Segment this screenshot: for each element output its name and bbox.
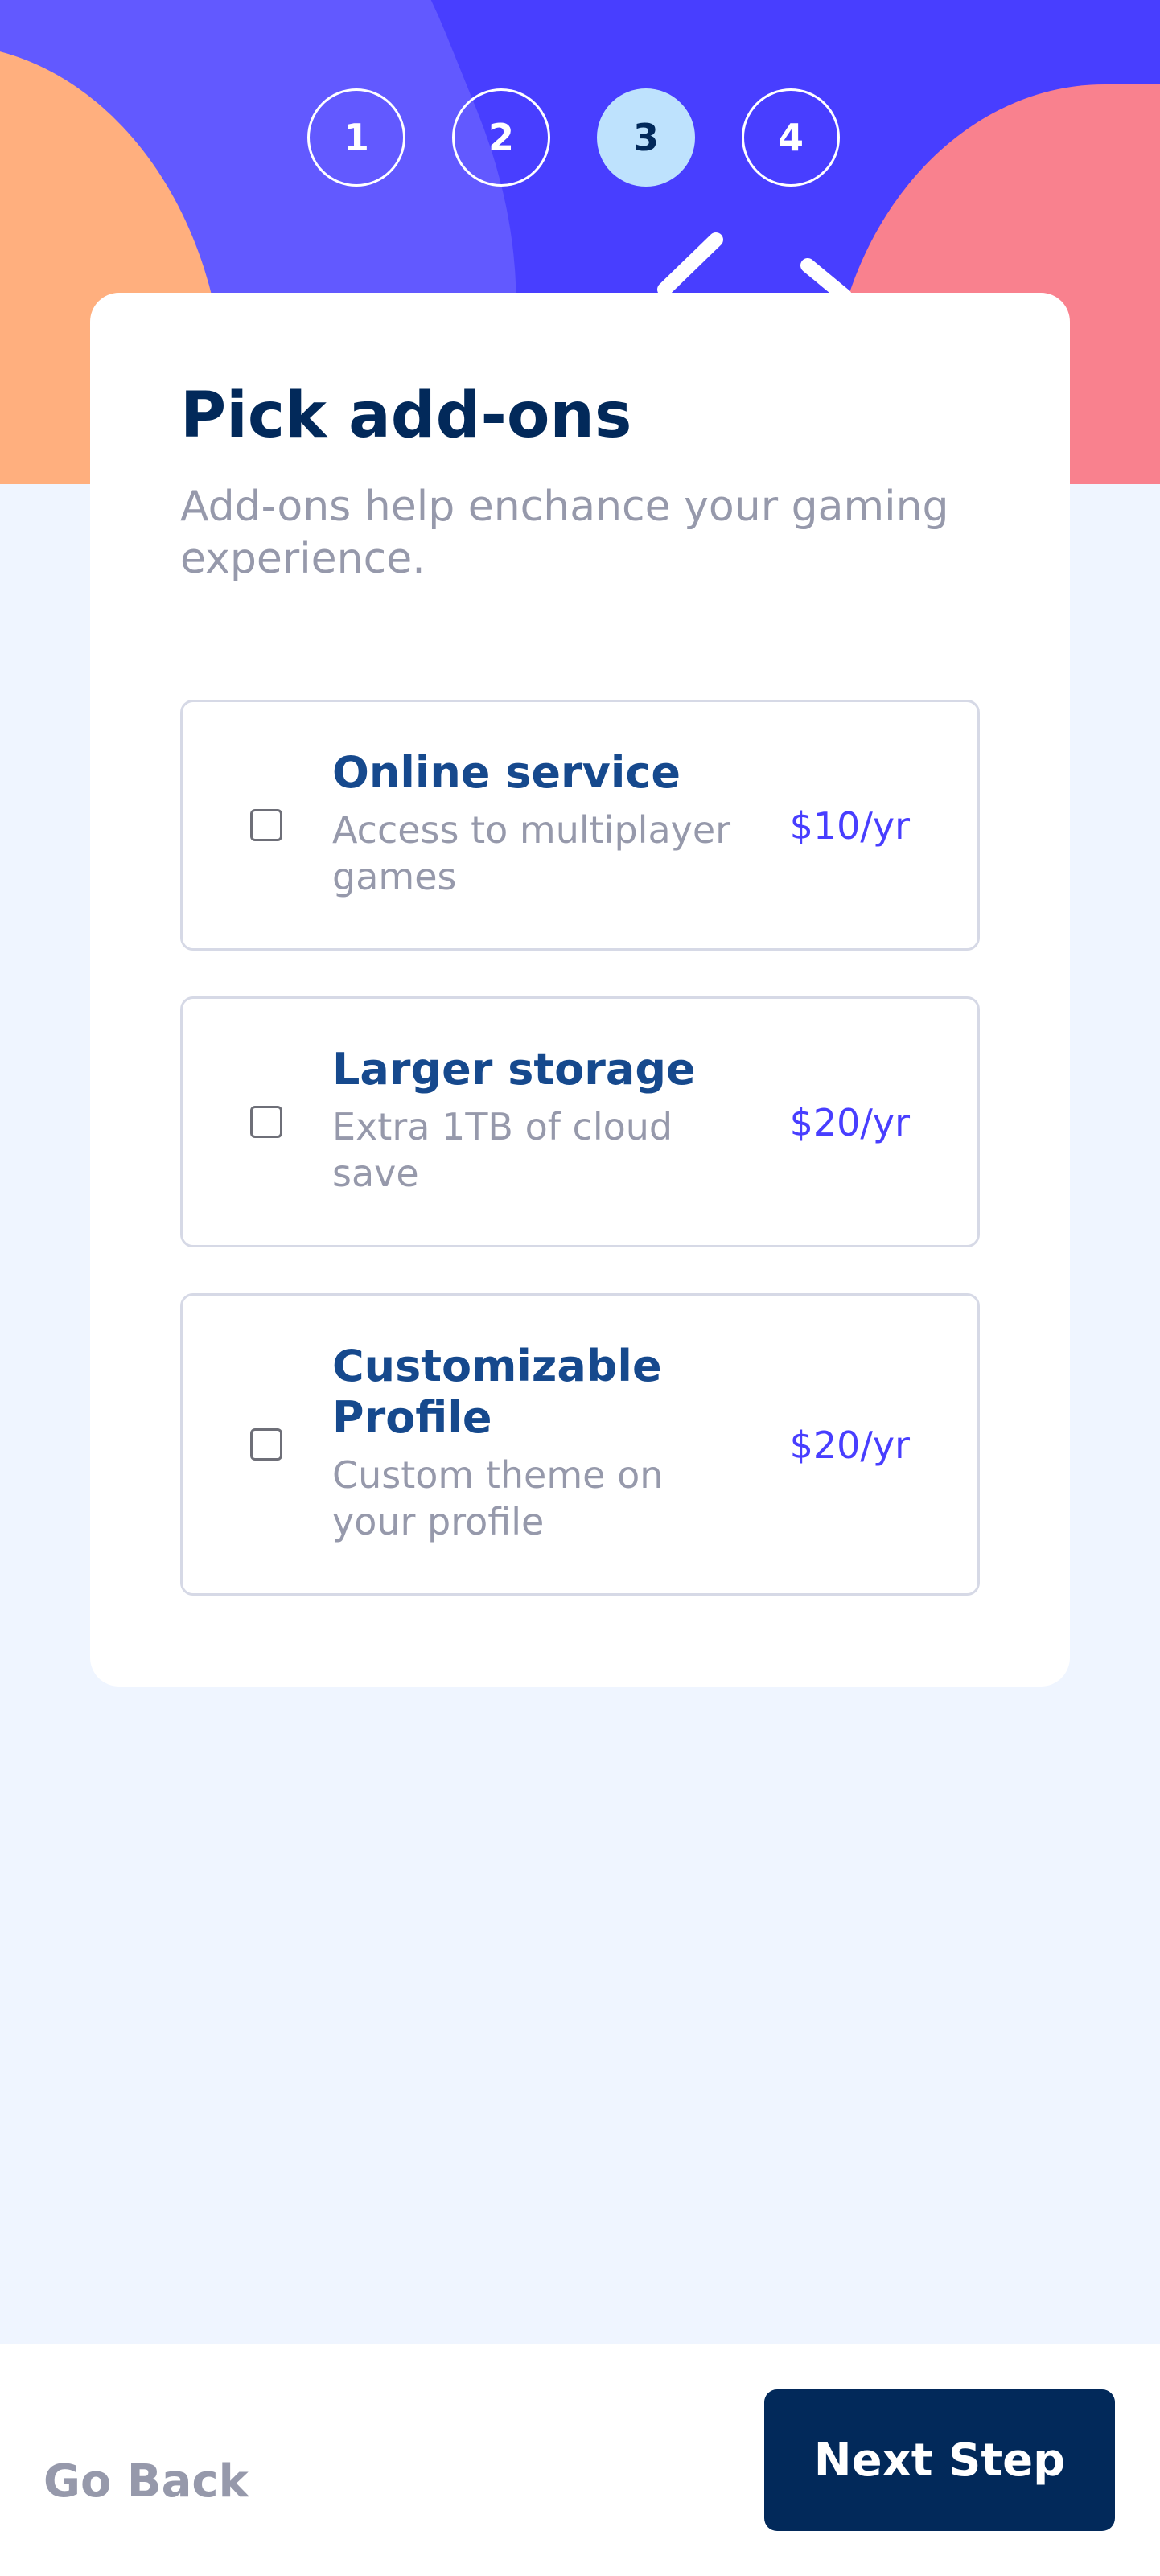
addon-price: $10/yr	[789, 804, 910, 848]
page-title: Pick add-ons	[180, 380, 632, 452]
step-4[interactable]: 4	[742, 88, 840, 187]
go-back-button[interactable]: Go Back	[43, 2455, 249, 2508]
addon-name: Online service	[332, 747, 681, 798]
addons-card: Pick add-ons Add-ons help enchance your …	[90, 293, 1070, 1687]
addon-name: Customizable Profile	[332, 1341, 662, 1443]
step-1[interactable]: 1	[307, 88, 405, 187]
addon-description: Custom theme on your profile	[332, 1453, 664, 1543]
addon-option-online-service[interactable]: Online service Access to multiplayer gam…	[180, 700, 980, 951]
step-indicator: 1 2 3 4	[307, 88, 840, 187]
addon-checkbox[interactable]	[250, 1428, 282, 1461]
addon-text: Online service Access to multiplayer gam…	[332, 747, 751, 900]
addon-checkbox[interactable]	[250, 1106, 282, 1138]
step-3-active[interactable]: 3	[597, 88, 695, 187]
addon-option-larger-storage[interactable]: Larger storage Extra 1TB of cloud save $…	[180, 996, 980, 1247]
addon-option-customizable-profile[interactable]: Customizable Profile Custom theme on you…	[180, 1293, 980, 1596]
addon-text: Larger storage Extra 1TB of cloud save	[332, 1044, 751, 1197]
next-step-button[interactable]: Next Step	[764, 2389, 1115, 2531]
addon-price: $20/yr	[789, 1424, 910, 1467]
step-2[interactable]: 2	[452, 88, 550, 187]
addon-name: Larger storage	[332, 1044, 696, 1095]
decorative-stroke-left	[657, 232, 723, 297]
page-subtitle: Add-ons help enchance your gaming experi…	[180, 483, 949, 583]
footer-bar: Go Back Next Step	[0, 2344, 1160, 2576]
addon-checkbox[interactable]	[250, 809, 282, 841]
addon-price: $20/yr	[789, 1101, 910, 1144]
addon-description: Extra 1TB of cloud save	[332, 1105, 673, 1195]
addon-description: Access to multiplayer games	[332, 808, 731, 898]
decorative-stroke-right	[800, 258, 852, 303]
addon-text: Customizable Profile Custom theme on you…	[332, 1341, 751, 1545]
